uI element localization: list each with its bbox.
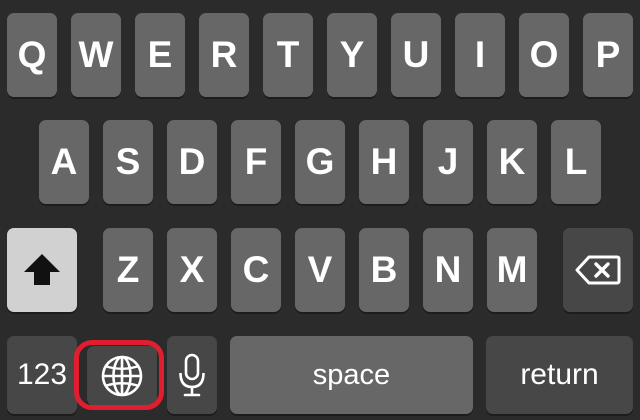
key-p[interactable]: P	[583, 13, 633, 97]
key-k[interactable]: K	[487, 120, 537, 204]
key-e[interactable]: E	[135, 13, 185, 97]
keyboard: Q W E R T Y U I O P A S D F G H J K L Z …	[0, 0, 640, 420]
key-z[interactable]: Z	[103, 228, 153, 312]
backspace-icon	[575, 255, 621, 285]
key-g[interactable]: G	[295, 120, 345, 204]
return-key-label: return	[520, 358, 599, 391]
key-j[interactable]: J	[423, 120, 473, 204]
key-y[interactable]: Y	[327, 13, 377, 97]
numbers-key[interactable]: 123	[7, 336, 77, 414]
microphone-icon	[179, 353, 205, 397]
key-a[interactable]: A	[39, 120, 89, 204]
key-f[interactable]: F	[231, 120, 281, 204]
key-q[interactable]: Q	[7, 13, 57, 97]
key-s[interactable]: S	[103, 120, 153, 204]
key-r[interactable]: R	[199, 13, 249, 97]
key-o[interactable]: O	[519, 13, 569, 97]
key-n[interactable]: N	[423, 228, 473, 312]
key-d[interactable]: D	[167, 120, 217, 204]
globe-key[interactable]	[87, 346, 157, 406]
space-key[interactable]: space	[230, 336, 473, 414]
key-m[interactable]: M	[487, 228, 537, 312]
key-w[interactable]: W	[71, 13, 121, 97]
shift-icon	[24, 254, 60, 285]
delete-key[interactable]	[563, 228, 633, 312]
dictation-key[interactable]	[167, 336, 217, 414]
key-t[interactable]: T	[263, 13, 313, 97]
key-c[interactable]: C	[231, 228, 281, 312]
globe-icon	[101, 355, 143, 397]
key-x[interactable]: X	[167, 228, 217, 312]
key-i[interactable]: I	[455, 13, 505, 97]
space-key-label: space	[312, 358, 391, 391]
numbers-key-label: 123	[16, 358, 68, 391]
key-u[interactable]: U	[391, 13, 441, 97]
key-h[interactable]: H	[359, 120, 409, 204]
shift-key[interactable]	[7, 228, 77, 312]
key-v[interactable]: V	[295, 228, 345, 312]
key-l[interactable]: L	[551, 120, 601, 204]
key-b[interactable]: B	[359, 228, 409, 312]
return-key[interactable]: return	[486, 336, 633, 414]
